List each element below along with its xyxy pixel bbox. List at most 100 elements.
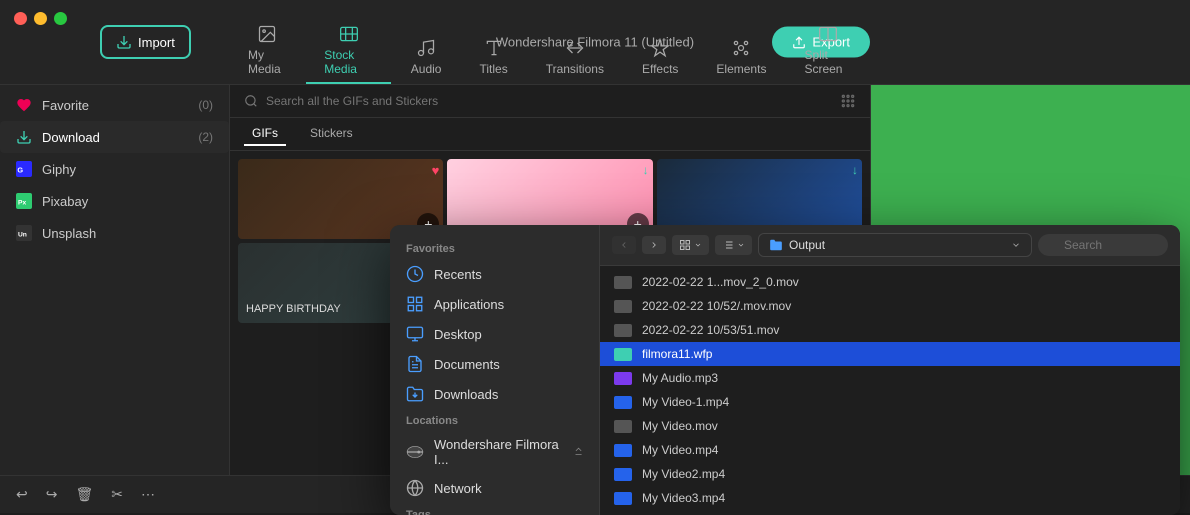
sidebar-item-favorite[interactable]: Favorite (0) — [0, 89, 229, 121]
file-row[interactable]: 2022-02-22 1...mov_2_0.mov — [600, 270, 1180, 294]
tab-split-screen-label: Split Screen — [804, 48, 852, 76]
tab-transitions[interactable]: Transitions — [528, 32, 622, 84]
file-type-icon — [614, 396, 632, 409]
tab-gifs[interactable]: GIFs — [244, 122, 286, 146]
view-toggle-button[interactable] — [672, 235, 709, 255]
file-row[interactable]: My Video.mov — [600, 414, 1180, 438]
dialog-applications-label: Applications — [434, 297, 504, 312]
sidebar-item-pixabay[interactable]: Px Pixabay — [0, 185, 229, 217]
file-name: 2022-02-22 10/53/51.mov — [642, 323, 779, 337]
file-type-icon — [614, 324, 632, 337]
tab-transitions-label: Transitions — [546, 62, 604, 76]
grid-options-icon[interactable] — [840, 93, 856, 109]
dialog-network-label: Network — [434, 481, 482, 496]
network-icon — [406, 479, 424, 497]
delete-button[interactable]: 🗑 — [71, 482, 97, 507]
dialog-item-documents[interactable]: Documents — [390, 349, 599, 379]
eject-icon — [574, 447, 583, 457]
chevron-right-icon — [649, 240, 659, 250]
dialog-search-input[interactable] — [1038, 234, 1168, 256]
undo-button[interactable]: ↩ — [12, 482, 32, 507]
list-view-icon — [679, 239, 691, 251]
import-label: Import — [138, 35, 175, 50]
close-window-button[interactable] — [14, 12, 27, 25]
dialog-item-applications[interactable]: Applications — [390, 289, 599, 319]
redo-button[interactable]: ↪ — [42, 482, 62, 507]
file-row[interactable]: My Video.mp4 — [600, 438, 1180, 462]
sidebar-favorite-label: Favorite — [42, 98, 89, 113]
tab-effects[interactable]: Effects — [624, 32, 696, 84]
tab-my-media-label: My Media — [248, 48, 286, 76]
sort-button[interactable] — [715, 235, 752, 255]
dialog-sidebar: Favorites Recents Applications Desktop — [390, 225, 600, 515]
more-button[interactable]: ⋯ — [137, 482, 159, 507]
file-name: My Audio.mp3 — [642, 371, 718, 385]
media-label: HAPPY BIRTHDAY — [246, 303, 341, 315]
import-button[interactable]: Import — [100, 25, 191, 59]
sidebar-item-unsplash[interactable]: Un Unsplash — [0, 217, 229, 249]
forward-button[interactable] — [642, 236, 666, 254]
dialog-item-recents[interactable]: Recents — [390, 259, 599, 289]
file-list: 2022-02-22 1...mov_2_0.mov 2022-02-22 10/… — [600, 266, 1180, 515]
file-row[interactable]: My Video3.mp4 — [600, 486, 1180, 510]
file-type-icon — [614, 420, 632, 433]
file-type-icon — [614, 468, 632, 481]
clock-icon — [406, 265, 424, 283]
tab-stock-media-label: Stock Media — [324, 48, 373, 76]
content-tabs: GIFs Stickers — [230, 118, 870, 151]
svg-text:G: G — [17, 165, 23, 174]
chevron-down-icon[interactable] — [1011, 240, 1021, 250]
sidebar-item-download[interactable]: Download (2) — [0, 121, 229, 153]
dialog-item-filmora[interactable]: Wondershare Filmora I... — [390, 431, 599, 473]
tab-stock-media[interactable]: Stock Media — [306, 18, 391, 84]
sidebar-unsplash-label: Unsplash — [42, 226, 96, 241]
dialog-downloads-label: Downloads — [434, 387, 498, 402]
tab-elements-label: Elements — [716, 62, 766, 76]
file-row[interactable]: 2022-02-22 10/52/.mov.mov — [600, 294, 1180, 318]
file-name: 2022-02-22 10/52/.mov.mov — [642, 299, 791, 313]
file-row[interactable]: My Video2.mp4 — [600, 462, 1180, 486]
sort-icon — [722, 239, 734, 251]
tab-titles[interactable]: Titles — [461, 32, 525, 84]
dialog-recents-label: Recents — [434, 267, 482, 282]
back-button[interactable] — [612, 236, 636, 254]
maximize-window-button[interactable] — [54, 12, 67, 25]
file-row[interactable]: My Video-1.mp4 — [600, 390, 1180, 414]
sidebar-item-giphy[interactable]: G Giphy — [0, 153, 229, 185]
location-breadcrumb[interactable]: Output — [758, 233, 1032, 257]
tab-split-screen[interactable]: Split Screen — [786, 18, 870, 84]
dialog-item-desktop[interactable]: Desktop — [390, 319, 599, 349]
sidebar-download-label: Download — [42, 130, 100, 145]
file-name: My Video.mp4 — [642, 443, 718, 457]
dialog-favorites-label: Favorites — [390, 237, 599, 259]
download-icon[interactable]: ↓ — [643, 163, 649, 177]
file-row[interactable]: filmora11.wfp — [600, 342, 1180, 366]
desktop-icon — [406, 325, 424, 343]
tab-stickers[interactable]: Stickers — [302, 122, 361, 146]
tab-elements[interactable]: Elements — [698, 32, 784, 84]
dialog-toolbar: Output 🔍 — [600, 225, 1180, 266]
dialog-main: Output 🔍 2022-02-22 1...mov_2_0.mov2022-… — [600, 225, 1180, 515]
download-icon[interactable]: ↓ — [852, 163, 858, 177]
dialog-search-wrap: 🔍 — [1038, 234, 1168, 256]
dialog-item-network[interactable]: Network — [390, 473, 599, 503]
file-type-icon — [614, 348, 632, 361]
tab-my-media[interactable]: My Media — [230, 18, 304, 84]
left-sidebar: Favorite (0) Download (2) G Giphy Px Pix… — [0, 85, 230, 513]
cut-button[interactable]: ✂ — [107, 482, 127, 507]
search-input[interactable] — [266, 94, 832, 108]
tab-audio[interactable]: Audio — [393, 32, 460, 84]
file-row[interactable]: My Audio.mp3 — [600, 366, 1180, 390]
heart-icon[interactable]: ♥ — [432, 163, 440, 178]
file-row[interactable]: 2022-02-22 10/53/51.mov — [600, 318, 1180, 342]
folder-icon — [769, 238, 783, 252]
dialog-item-downloads[interactable]: Downloads — [390, 379, 599, 409]
sidebar-download-badge: (2) — [198, 130, 213, 144]
file-name: My Video2.mp4 — [642, 467, 725, 481]
sidebar-giphy-label: Giphy — [42, 162, 76, 177]
tab-audio-label: Audio — [411, 62, 442, 76]
minimize-window-button[interactable] — [34, 12, 47, 25]
top-bar: Import Wondershare Filmora 11 (Untitled)… — [0, 0, 1190, 85]
download-folder-icon — [406, 385, 424, 403]
file-name: My Video-1.mp4 — [642, 395, 729, 409]
